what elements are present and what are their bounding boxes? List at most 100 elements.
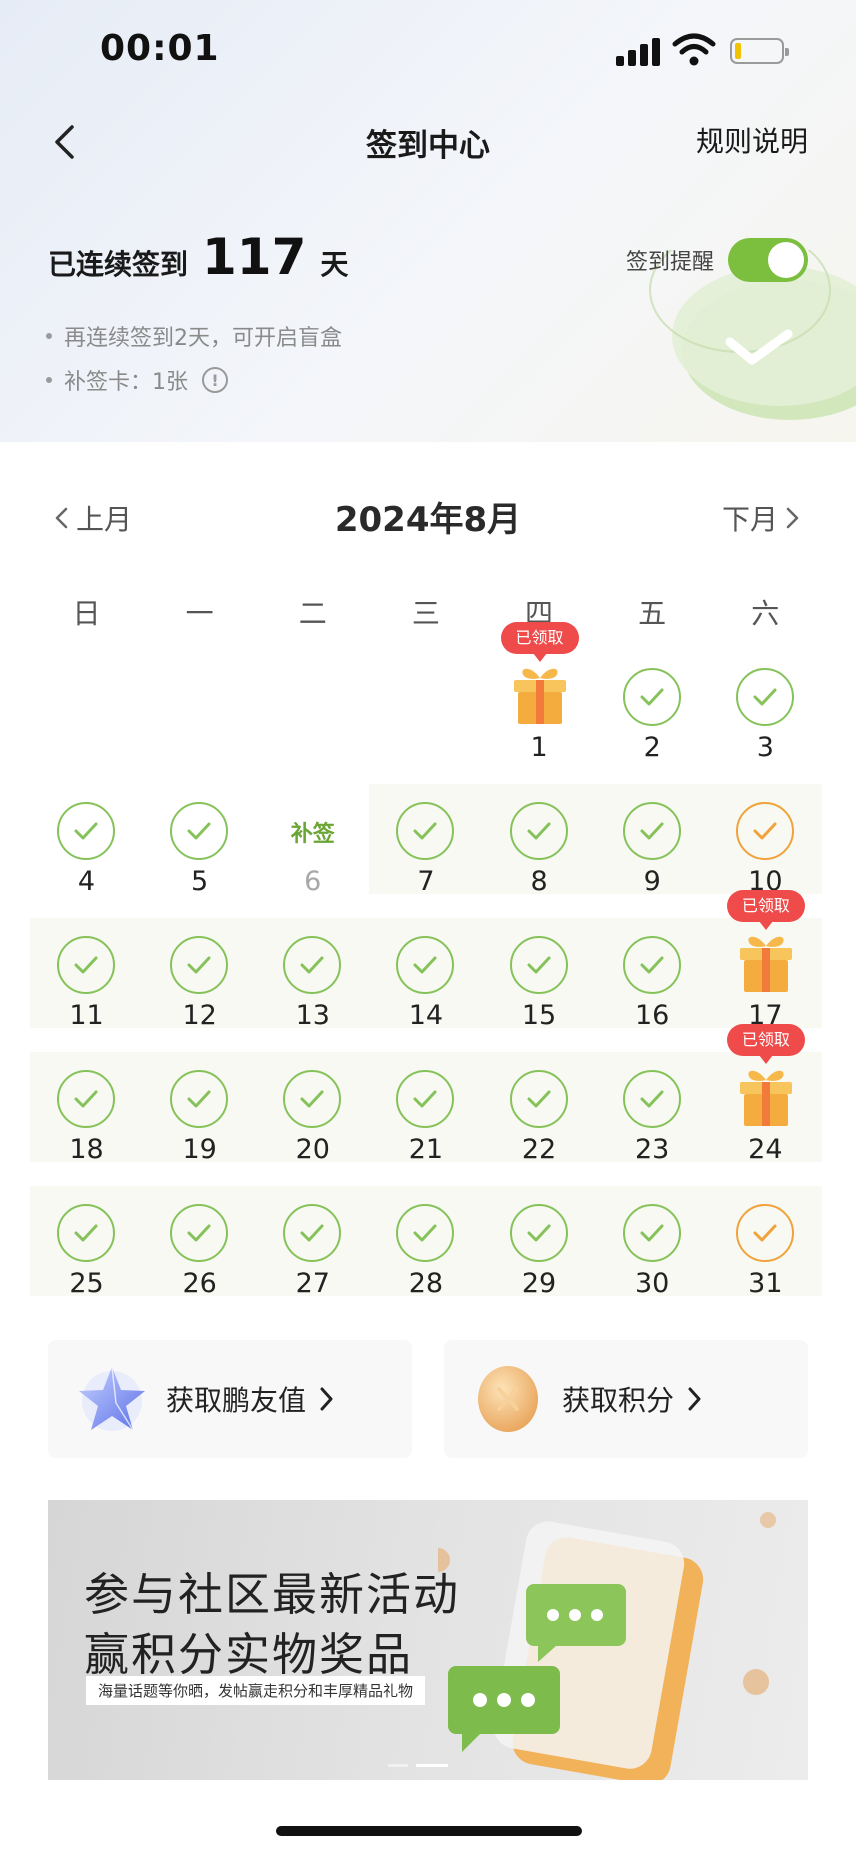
streak-unit: 天	[320, 248, 349, 281]
chevron-right-icon	[688, 1387, 701, 1411]
calendar-day[interactable]: 12	[143, 936, 256, 1046]
banner-headline-1: 参与社区最新活动	[84, 1568, 461, 1621]
calendar-day[interactable]: 23	[596, 1070, 709, 1180]
calendar-day[interactable]: 25	[30, 1204, 143, 1314]
signed-check-icon	[57, 802, 115, 860]
weekday-label: 日	[72, 597, 101, 630]
day-number: 31	[748, 1268, 783, 1299]
day-number: 15	[521, 1000, 557, 1031]
banner-pagination[interactable]	[388, 1764, 456, 1767]
day-number: 11	[69, 1000, 104, 1031]
calendar-day[interactable]: 30	[596, 1204, 709, 1314]
calendar-day[interactable]: 31	[709, 1204, 822, 1314]
coin-icon	[478, 1366, 538, 1432]
signed-check-icon	[170, 936, 229, 994]
calendar-day[interactable]: 14	[369, 936, 482, 1046]
calendar-day[interactable]: 补签 6	[256, 802, 369, 912]
signed-check-icon	[57, 936, 115, 994]
day-number: 3	[756, 732, 774, 763]
reminder-toggle[interactable]	[728, 238, 808, 282]
day-number: 27	[295, 1268, 330, 1299]
signed-check-icon	[735, 668, 794, 726]
tip-blind-box: 再连续签到2天，可开启盲盒	[46, 314, 342, 358]
day-number: 23	[635, 1134, 670, 1165]
status-bar: 00:01	[0, 0, 856, 100]
reminder-label: 签到提醒	[625, 250, 714, 275]
calendar-day[interactable]: 29	[483, 1204, 596, 1314]
signed-check-icon	[396, 1070, 455, 1128]
streak-summary: 已连续签到 117 天	[48, 228, 348, 286]
day-number: 28	[408, 1268, 444, 1299]
day-number: 22	[521, 1134, 557, 1165]
weekday-label: 五	[638, 597, 667, 630]
calendar-day[interactable]: 已领取 1	[483, 622, 596, 778]
calendar-day[interactable]: 11	[30, 936, 143, 1046]
phone-chat-illustration	[438, 1512, 776, 1780]
calendar-day[interactable]: 13	[256, 936, 369, 1046]
calendar-day[interactable]: 2	[596, 668, 709, 778]
today-check-icon	[735, 802, 794, 860]
calendar-day[interactable]: 15	[483, 936, 596, 1046]
home-indicator[interactable]	[276, 1826, 582, 1836]
calendar-day[interactable]: 22	[483, 1070, 596, 1180]
signed-check-icon	[283, 936, 342, 994]
day-number: 21	[408, 1134, 444, 1165]
signed-check-icon	[170, 1204, 229, 1262]
day-number: 1	[530, 732, 548, 763]
calendar-day[interactable]: 3	[709, 668, 822, 778]
day-number: 12	[182, 1000, 217, 1031]
calendar-day[interactable]: 26	[143, 1204, 256, 1314]
gift-icon	[736, 1064, 796, 1128]
info-icon[interactable]: !	[202, 367, 228, 393]
streak-label: 已连续签到	[48, 248, 189, 281]
calendar-day[interactable]: 4	[30, 802, 143, 912]
day-number: 18	[69, 1134, 104, 1165]
banner-headline-2: 赢积分实物奖品	[84, 1628, 414, 1681]
day-number: 4	[77, 866, 96, 897]
gift-icon	[510, 662, 570, 726]
get-points-card[interactable]: 获取积分	[444, 1340, 808, 1458]
calendar-day[interactable]: 18	[30, 1070, 143, 1180]
header-hero: 00:01 签到中心 规则说明 已连续签到 117 天 再连续签到2天，可开启盲…	[0, 0, 856, 442]
cellular-signal-icon	[616, 36, 662, 66]
status-time: 00:01	[100, 28, 220, 69]
points-label: 获取积分	[562, 1384, 675, 1417]
friend-value-label: 获取鹏友值	[166, 1384, 307, 1417]
signed-check-icon	[622, 668, 681, 726]
signed-check-icon	[57, 1204, 115, 1262]
calendar-header: 上月 2024年8月 下月	[0, 490, 856, 550]
calendar-day[interactable]: 5	[143, 802, 256, 912]
claimed-badge: 已领取	[726, 1024, 805, 1064]
community-activity-banner[interactable]: 参与社区最新活动 赢积分实物奖品 海量话题等你晒，发帖赢走积分和丰厚精品礼物	[48, 1500, 808, 1780]
day-number: 7	[417, 866, 435, 897]
calendar-day[interactable]: 8	[483, 802, 596, 912]
day-number: 30	[635, 1268, 670, 1299]
next-month-button[interactable]: 下月	[722, 498, 800, 538]
day-number: 16	[635, 1000, 670, 1031]
weekday-label: 六	[751, 597, 780, 630]
calendar-day[interactable]: 16	[596, 936, 709, 1046]
claimed-badge: 已领取	[500, 622, 579, 662]
calendar-day[interactable]: 27	[256, 1204, 369, 1314]
calendar-day[interactable]: 7	[369, 802, 482, 912]
day-number: 5	[191, 866, 209, 897]
calendar-day[interactable]: 19	[143, 1070, 256, 1180]
rules-link[interactable]: 规则说明	[696, 120, 808, 160]
claimed-badge: 已领取	[726, 890, 805, 930]
reminder-setting: 签到提醒	[626, 238, 808, 282]
day-number: 26	[182, 1268, 217, 1299]
calendar-day[interactable]: 9	[596, 802, 709, 912]
makeup-signin-label[interactable]: 补签	[256, 816, 369, 848]
day-number: 2	[643, 732, 661, 763]
calendar-day[interactable]: 已领取 24	[709, 1024, 822, 1180]
day-number: 13	[295, 1000, 330, 1031]
calendar-day[interactable]: 28	[369, 1204, 482, 1314]
day-number: 9	[643, 866, 661, 897]
get-friend-value-card[interactable]: 获取鹏友值	[48, 1340, 412, 1458]
day-number: 19	[182, 1134, 217, 1165]
star-crystal-icon	[79, 1366, 145, 1431]
weekday-label: 一	[185, 597, 214, 630]
signed-check-icon	[396, 936, 455, 994]
calendar-day[interactable]: 20	[256, 1070, 369, 1180]
calendar-day[interactable]: 21	[369, 1070, 482, 1180]
